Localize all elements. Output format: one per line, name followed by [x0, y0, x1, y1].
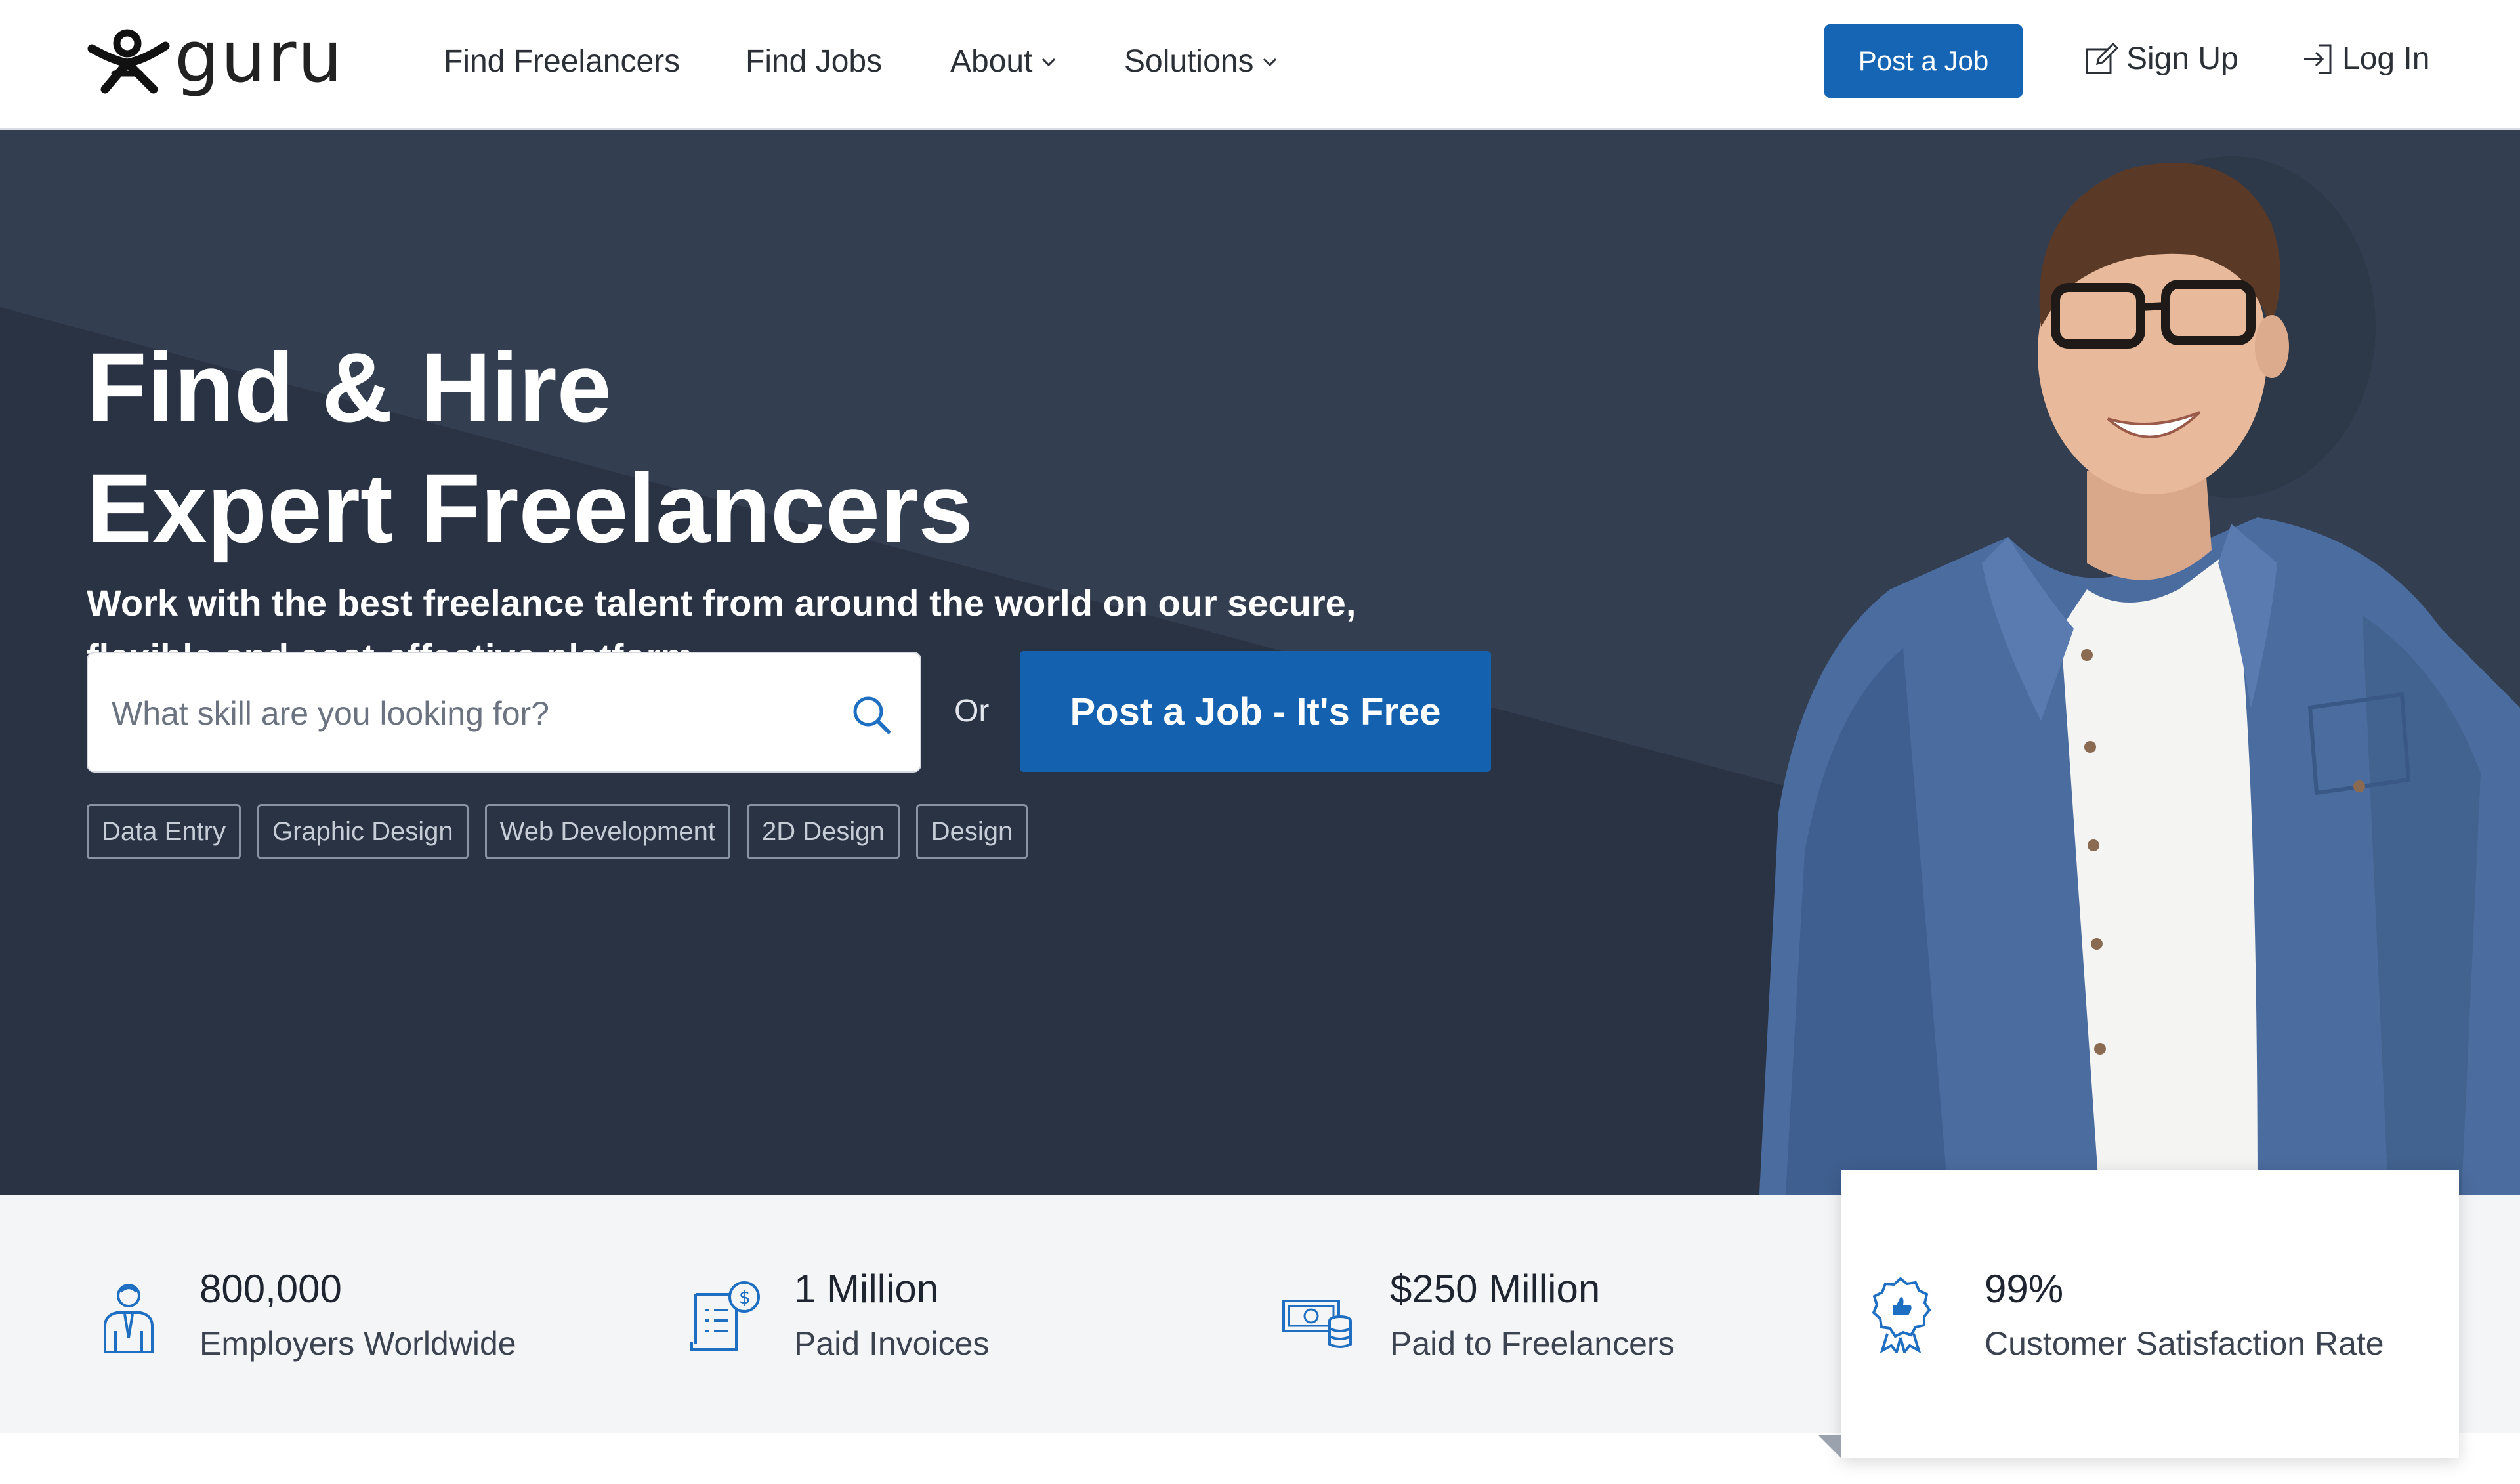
tag-2d-design[interactable]: 2D Design [746, 804, 900, 859]
nav-about-label: About [950, 44, 1033, 79]
nav-solutions[interactable]: Solutions [1124, 41, 1278, 83]
sign-up-label: Sign Up [2126, 41, 2238, 76]
stat-invoices-label: Paid Invoices [794, 1325, 990, 1362]
nav-solutions-label: Solutions [1124, 44, 1254, 79]
svg-text:$: $ [739, 1286, 751, 1308]
award-icon [1872, 1277, 1931, 1353]
stat-paid-label: Paid to Freelancers [1390, 1325, 1675, 1362]
hero-title: Find & Hire Expert Freelancers [87, 327, 973, 568]
tag-web-development[interactable]: Web Development [484, 804, 730, 859]
skill-search-input[interactable] [112, 686, 807, 741]
stat-paid-value: $250 Million [1390, 1267, 1601, 1311]
logo-wordmark: guru [175, 16, 344, 98]
stat-satisfaction-value: 99% [1984, 1267, 2064, 1311]
tag-design[interactable]: Design [915, 804, 1028, 859]
login-icon [2304, 44, 2332, 74]
search-icon[interactable] [849, 692, 894, 737]
log-in-label: Log In [2342, 41, 2430, 76]
nav-about[interactable]: About [950, 41, 1057, 83]
post-job-free-button[interactable]: Post a Job - It's Free [1020, 651, 1491, 772]
stat-employers-value: 800,000 [200, 1267, 342, 1311]
stat-satisfaction-label: Customer Satisfaction Rate [1984, 1325, 2384, 1362]
hero-title-line-1: Find & Hire [87, 332, 612, 442]
tag-graphic-design[interactable]: Graphic Design [257, 804, 469, 859]
log-in-link[interactable]: Log In [2300, 38, 2429, 80]
employer-icon [104, 1284, 154, 1353]
sign-up-link[interactable]: Sign Up [2084, 38, 2238, 80]
card-notch [1818, 1435, 1841, 1458]
skill-search-box [87, 652, 921, 773]
or-separator: Or [954, 694, 990, 729]
stat-employers-label: Employers Worldwide [200, 1325, 516, 1362]
edit-icon [2086, 42, 2119, 74]
nav-find-freelancers[interactable]: Find Freelancers [444, 41, 680, 83]
hero-person-image [1759, 156, 2520, 1206]
nav-find-jobs[interactable]: Find Jobs [746, 41, 882, 83]
hero-title-line-2: Expert Freelancers [87, 453, 973, 563]
chevron-down-icon [1263, 58, 1277, 67]
chevron-down-icon [1042, 58, 1056, 67]
money-icon [1282, 1300, 1352, 1348]
stat-invoices-value: 1 Million [794, 1267, 939, 1311]
guru-logo-mark-icon [87, 29, 170, 94]
stats-highlight-card [1841, 1170, 2459, 1458]
hero-subtitle-line-1: Work with the best freelance talent from… [87, 582, 1356, 624]
tag-data-entry[interactable]: Data Entry [87, 804, 241, 859]
top-navigation: guru Find Freelancers Find Jobs About So… [0, 0, 2520, 130]
post-job-button[interactable]: Post a Job [1824, 24, 2023, 98]
invoice-icon: $ [690, 1281, 760, 1351]
guru-logo[interactable]: guru [87, 22, 344, 98]
popular-skill-tags: Data Entry Graphic Design Web Developmen… [87, 804, 1044, 859]
